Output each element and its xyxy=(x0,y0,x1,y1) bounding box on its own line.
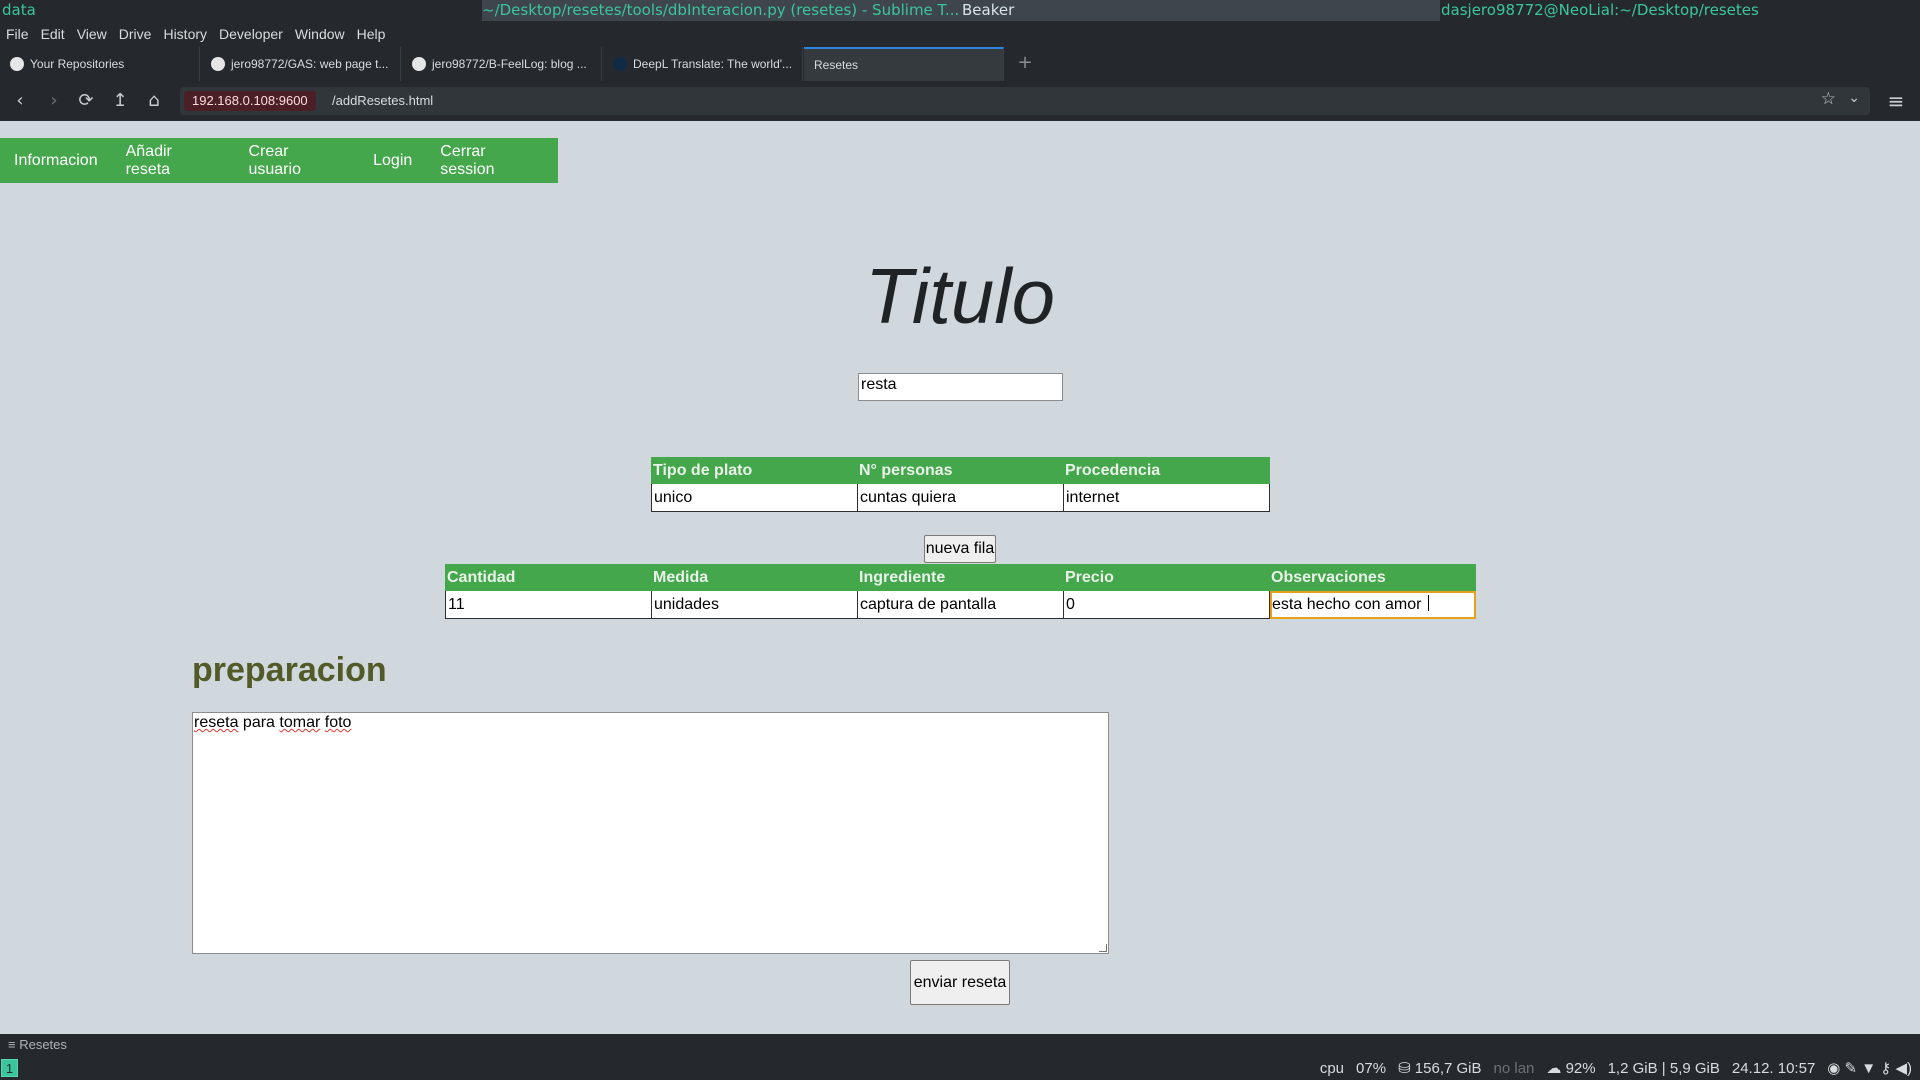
nav-cerrar-session[interactable]: Cerrar session xyxy=(426,143,558,179)
title-input[interactable]: resta xyxy=(858,373,1063,401)
observaciones-field[interactable]: esta hecho con amor xyxy=(1270,591,1475,618)
workspace-button[interactable]: 1 xyxy=(1,1059,18,1077)
n-personas-field[interactable]: cuntas quiera xyxy=(858,484,1063,511)
page-title: Titulo xyxy=(864,252,1056,340)
cantidad-field[interactable]: 11 xyxy=(446,591,651,618)
preparacion-textarea[interactable]: reseta para tomar foto xyxy=(192,712,1109,954)
new-tab-button[interactable]: + xyxy=(1015,47,1035,81)
tab-your-repositories[interactable]: Your Repositories xyxy=(0,47,200,81)
prep-word: para xyxy=(238,714,280,731)
menu-help[interactable]: Help xyxy=(357,26,386,42)
page-content: Informacion Añadir reseta Crear usuario … xyxy=(0,121,1920,1034)
tab-b-feellog[interactable]: jero98772/B-FeelLog: blog ... xyxy=(402,47,602,81)
send-recipe-button[interactable]: enviar reseta xyxy=(910,960,1010,1005)
memory-usage: 1,2 GiB | 5,9 GiB xyxy=(1607,1059,1720,1077)
tab-deepl[interactable]: DeepL Translate: The world'... xyxy=(603,47,803,81)
menu-edit[interactable]: Edit xyxy=(41,26,65,42)
nav-anadir-reseta[interactable]: Añadir reseta xyxy=(112,143,235,179)
window-manager-bar: data ~/Desktop/resetes/tools/dbInteracio… xyxy=(0,0,1920,21)
table-row: 11 unidades captura de pantalla 0 esta h… xyxy=(445,590,1476,619)
github-icon xyxy=(211,57,225,71)
system-status-bar: 1 cpu 07% ⛁ 156,7 GiB no lan ☁ 92% 1,2 G… xyxy=(0,1056,1920,1080)
chevron-down-icon[interactable]: ⌄ xyxy=(1848,90,1860,106)
header-medida: Medida xyxy=(651,564,858,591)
url-bar[interactable]: 192.168.0.108:9600 /addResetes.html ☆ ⌄ xyxy=(180,87,1870,115)
date-time: 24.12. 10:57 xyxy=(1731,1059,1816,1077)
tab-label: Your Repositories xyxy=(30,57,125,71)
browser-status-bar: ≡ Resetes xyxy=(0,1034,1920,1056)
disk-usage: ⛁ 156,7 GiB xyxy=(1398,1060,1482,1077)
tipo-de-plato-field[interactable]: unico xyxy=(652,484,857,511)
menu-view[interactable]: View xyxy=(77,26,107,42)
github-icon xyxy=(412,57,426,71)
hamburger-menu-icon[interactable]: ≡ xyxy=(1884,89,1908,113)
wm-workspace-label[interactable]: data xyxy=(2,0,36,21)
header-observaciones: Observaciones xyxy=(1269,564,1476,591)
tab-label: jero98772/GAS: web page t... xyxy=(231,57,389,71)
menu-history[interactable]: History xyxy=(163,26,207,42)
precio-field[interactable]: 0 xyxy=(1064,591,1269,618)
ingredients-table: Cantidad Medida Ingrediente Precio Obser… xyxy=(445,564,1476,619)
wm-terminal-window-title[interactable]: dasjero98772@NeoLial:~/Desktop/resetes xyxy=(1441,0,1920,21)
tab-gas[interactable]: jero98772/GAS: web page t... xyxy=(201,47,401,81)
nav-login[interactable]: Login xyxy=(359,152,426,170)
url-host: 192.168.0.108:9600 xyxy=(184,91,316,111)
battery-icon: ☁ xyxy=(1546,1060,1562,1077)
header-ingrediente: Ingrediente xyxy=(857,564,1064,591)
procedencia-field[interactable]: internet xyxy=(1064,484,1269,511)
header-tipo-de-plato: Tipo de plato xyxy=(651,457,858,484)
tab-label: Resetes xyxy=(814,58,859,72)
battery-percent: 92% xyxy=(1565,1060,1596,1077)
tab-resetes[interactable]: Resetes xyxy=(804,47,1004,81)
header-n-personas: N° personas xyxy=(857,457,1064,484)
header-procedencia: Procedencia xyxy=(1063,457,1270,484)
medida-field[interactable]: unidades xyxy=(652,591,857,618)
lan-status: no lan xyxy=(1493,1059,1535,1077)
prep-word: tomar xyxy=(279,714,321,731)
menu-drive[interactable]: Drive xyxy=(119,26,152,42)
text-caret xyxy=(1427,595,1429,611)
info-table: Tipo de plato N° personas Procedencia un… xyxy=(651,457,1270,512)
browser-menu-bar: File Edit View Drive History Developer W… xyxy=(0,21,1920,47)
url-path: /addResetes.html xyxy=(332,93,434,108)
header-cantidad: Cantidad xyxy=(445,564,652,591)
header-precio: Precio xyxy=(1063,564,1270,591)
preparacion-heading: preparacion xyxy=(192,651,387,689)
battery-status: ☁ 92% xyxy=(1546,1059,1595,1077)
forward-icon[interactable]: › xyxy=(42,89,66,113)
table-row: unico cuntas quiera internet xyxy=(651,483,1270,512)
resize-handle[interactable] xyxy=(1099,944,1107,952)
github-icon xyxy=(10,57,24,71)
back-icon[interactable]: ‹ xyxy=(8,89,32,113)
menu-file[interactable]: File xyxy=(6,26,29,42)
menu-developer[interactable]: Developer xyxy=(219,26,283,42)
nav-crear-usuario[interactable]: Crear usuario xyxy=(234,143,359,179)
wm-beaker-window-title[interactable]: Beaker xyxy=(960,0,1440,21)
nav-informacion[interactable]: Informacion xyxy=(0,152,112,170)
wm-sublime-window-title[interactable]: ~/Desktop/resetes/tools/dbInteracion.py … xyxy=(482,0,960,21)
tab-bar: Your Repositories jero98772/GAS: web pag… xyxy=(0,47,1920,81)
prep-word: reseta xyxy=(194,714,239,731)
menu-window[interactable]: Window xyxy=(295,26,345,42)
ingrediente-field[interactable]: captura de pantalla xyxy=(858,591,1063,618)
cpu-usage: 07% xyxy=(1356,1059,1387,1077)
tray-icons: ◉ ✎ ▼ ⚷ ◀) xyxy=(1827,1060,1912,1077)
bookmark-star-icon[interactable]: ☆ xyxy=(1821,89,1836,109)
cpu-label: cpu xyxy=(1319,1059,1345,1077)
up-icon[interactable]: ↥ xyxy=(108,89,132,113)
tab-label: DeepL Translate: The world'... xyxy=(633,57,793,71)
observaciones-text: esta hecho con amor xyxy=(1272,596,1426,613)
site-navigation: Informacion Añadir reseta Crear usuario … xyxy=(0,138,558,183)
new-row-button[interactable]: nueva fila xyxy=(924,535,996,563)
prep-word: foto xyxy=(324,714,352,731)
home-icon[interactable]: ⌂ xyxy=(142,89,166,113)
deepl-icon xyxy=(613,57,627,71)
status-items: cpu 07% ⛁ 156,7 GiB no lan ☁ 92% 1,2 GiB… xyxy=(1308,1056,1912,1080)
tab-label: jero98772/B-FeelLog: blog ... xyxy=(432,57,587,71)
reload-icon[interactable]: ⟳ xyxy=(74,89,98,113)
navigation-bar: ‹ › ⟳ ↥ ⌂ 192.168.0.108:9600 /addResetes… xyxy=(0,81,1920,121)
